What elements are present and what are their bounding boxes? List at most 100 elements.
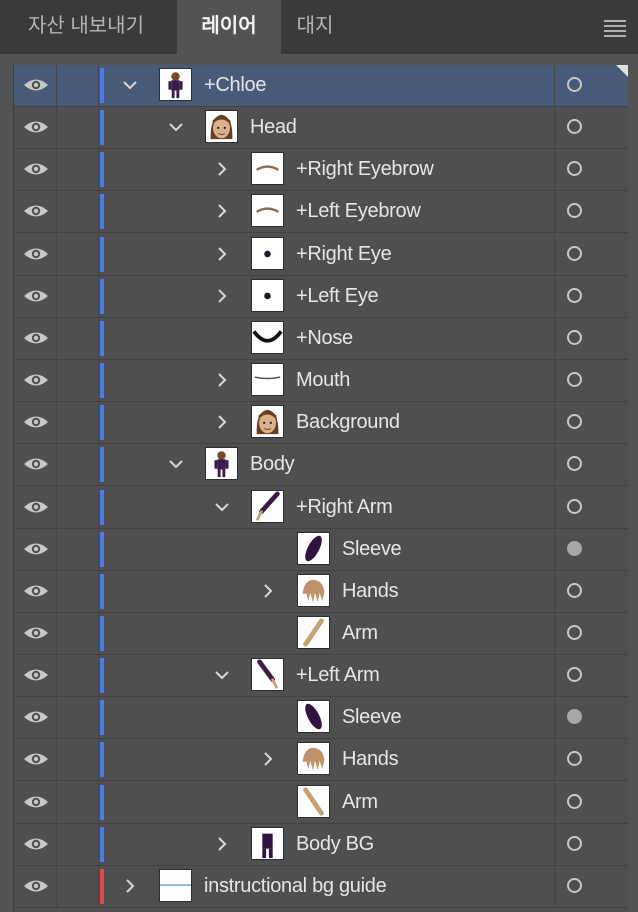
layer-name[interactable]: Body BG xyxy=(296,833,374,856)
layer-row[interactable]: Head xyxy=(14,107,628,150)
layer-row[interactable]: Body xyxy=(14,444,628,487)
chevron-right-icon[interactable] xyxy=(256,579,280,603)
layer-name[interactable]: Hands xyxy=(342,748,399,771)
target-circle-icon[interactable] xyxy=(567,245,582,261)
lock-toggle[interactable] xyxy=(58,655,98,696)
visibility-eye-icon[interactable] xyxy=(22,876,50,896)
layer-name[interactable]: +Nose xyxy=(296,327,353,350)
tab-layers[interactable]: 레이어 xyxy=(177,0,281,54)
layer-name[interactable]: +Right Eyebrow xyxy=(296,158,434,181)
target-circle-icon[interactable] xyxy=(567,372,582,388)
lock-toggle[interactable] xyxy=(58,782,98,823)
visibility-eye-icon[interactable] xyxy=(22,370,50,390)
tab-asset-export[interactable]: 자산 내보내기 xyxy=(0,0,172,54)
visibility-eye-icon[interactable] xyxy=(22,623,50,643)
chevron-right-icon[interactable] xyxy=(210,199,234,223)
lock-toggle[interactable] xyxy=(58,318,98,359)
panel-menu-icon[interactable] xyxy=(604,20,626,40)
visibility-eye-icon[interactable] xyxy=(22,539,50,559)
lock-toggle[interactable] xyxy=(58,824,98,865)
target-circle-icon[interactable] xyxy=(567,540,582,556)
chevron-right-icon[interactable] xyxy=(118,874,142,898)
layer-name[interactable]: Hands xyxy=(342,580,399,603)
visibility-eye-icon[interactable] xyxy=(22,792,50,812)
chevron-right-icon[interactable] xyxy=(256,747,280,771)
target-circle-icon[interactable] xyxy=(567,203,582,219)
target-circle-icon[interactable] xyxy=(567,624,582,640)
lock-toggle[interactable] xyxy=(58,571,98,612)
target-circle-icon[interactable] xyxy=(567,329,582,345)
layer-row[interactable]: Background xyxy=(14,402,628,445)
layer-name[interactable]: Sleeve xyxy=(342,538,402,561)
chevron-right-icon[interactable] xyxy=(210,157,234,181)
lock-toggle[interactable] xyxy=(58,444,98,485)
layer-name[interactable]: +Right Eye xyxy=(296,243,392,266)
lock-toggle[interactable] xyxy=(58,739,98,780)
layer-row[interactable]: Arm xyxy=(14,781,628,824)
chevron-down-icon[interactable] xyxy=(210,663,234,687)
visibility-eye-icon[interactable] xyxy=(22,454,50,474)
visibility-eye-icon[interactable] xyxy=(22,665,50,685)
visibility-eye-icon[interactable] xyxy=(22,328,50,348)
layer-row[interactable]: Sleeve xyxy=(14,697,628,740)
visibility-eye-icon[interactable] xyxy=(22,581,50,601)
visibility-eye-icon[interactable] xyxy=(22,834,50,854)
visibility-eye-icon[interactable] xyxy=(22,117,50,137)
lock-toggle[interactable] xyxy=(58,234,98,275)
lock-toggle[interactable] xyxy=(58,402,98,443)
layer-row[interactable]: +Chloe xyxy=(14,65,628,107)
target-circle-icon[interactable] xyxy=(567,793,582,809)
layer-row[interactable]: +Left Eye xyxy=(14,275,628,318)
layer-name[interactable]: Arm xyxy=(342,622,378,645)
chevron-right-icon[interactable] xyxy=(210,368,234,392)
visibility-eye-icon[interactable] xyxy=(22,159,50,179)
layer-name[interactable]: instructional bg guide xyxy=(204,875,387,898)
target-circle-icon[interactable] xyxy=(567,751,582,767)
layer-row[interactable]: Sleeve xyxy=(14,528,628,571)
layer-name[interactable]: +Left Eye xyxy=(296,285,379,308)
layer-row[interactable]: +Nose xyxy=(14,317,628,360)
layer-name[interactable]: Sleeve xyxy=(342,706,402,729)
chevron-down-icon[interactable] xyxy=(118,73,142,97)
visibility-eye-icon[interactable] xyxy=(22,412,50,432)
chevron-right-icon[interactable] xyxy=(210,284,234,308)
chevron-right-icon[interactable] xyxy=(210,410,234,434)
target-circle-icon[interactable] xyxy=(567,877,582,893)
layer-name[interactable]: Background xyxy=(296,411,400,434)
target-circle-icon[interactable] xyxy=(567,709,582,725)
lock-toggle[interactable] xyxy=(58,529,98,570)
chevron-down-icon[interactable] xyxy=(164,452,188,476)
visibility-eye-icon[interactable] xyxy=(22,749,50,769)
lock-toggle[interactable] xyxy=(58,276,98,317)
chevron-down-icon[interactable] xyxy=(210,495,234,519)
target-circle-icon[interactable] xyxy=(567,667,582,683)
layer-name[interactable]: Body xyxy=(250,453,295,476)
layer-name[interactable]: +Right Arm xyxy=(296,496,393,519)
chevron-right-icon[interactable] xyxy=(210,242,234,266)
target-circle-icon[interactable] xyxy=(567,414,582,430)
chevron-right-icon[interactable] xyxy=(210,832,234,856)
layer-name[interactable]: +Left Arm xyxy=(296,664,380,687)
target-circle-icon[interactable] xyxy=(567,498,582,514)
layer-row[interactable]: instructional bg guide xyxy=(14,865,628,908)
visibility-eye-icon[interactable] xyxy=(22,201,50,221)
layer-row[interactable]: Arm xyxy=(14,612,628,655)
layer-row[interactable]: Hands xyxy=(14,570,628,613)
layer-row[interactable]: +Right Eye xyxy=(14,233,628,276)
layer-name[interactable]: +Left Eyebrow xyxy=(296,200,421,223)
target-circle-icon[interactable] xyxy=(567,287,582,303)
visibility-eye-icon[interactable] xyxy=(22,75,50,95)
layer-row[interactable]: +Left Arm xyxy=(14,655,628,698)
tab-artboards[interactable]: 대지 xyxy=(281,0,349,54)
target-circle-icon[interactable] xyxy=(567,161,582,177)
layer-name[interactable]: Arm xyxy=(342,791,378,814)
target-circle-icon[interactable] xyxy=(567,119,582,135)
visibility-eye-icon[interactable] xyxy=(22,286,50,306)
layer-name[interactable]: +Chloe xyxy=(204,74,266,97)
layer-row[interactable]: Body BG xyxy=(14,823,628,866)
visibility-eye-icon[interactable] xyxy=(22,497,50,517)
lock-toggle[interactable] xyxy=(58,613,98,654)
target-circle-icon[interactable] xyxy=(567,835,582,851)
lock-toggle[interactable] xyxy=(58,191,98,232)
lock-toggle[interactable] xyxy=(58,65,98,106)
